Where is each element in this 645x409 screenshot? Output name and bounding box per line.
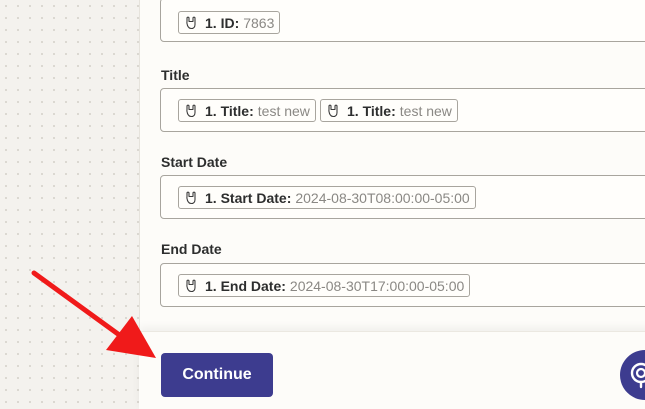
- rock-hand-icon: [186, 16, 196, 29]
- continue-button[interactable]: Continue: [161, 353, 273, 397]
- title-pill[interactable]: 1. Title: test new: [178, 99, 316, 122]
- pill-key: 1. Title:: [205, 102, 254, 119]
- pill-value: 7863: [243, 14, 275, 31]
- end-date-label: End Date: [161, 241, 222, 257]
- rock-hand-icon: [328, 104, 338, 117]
- end-date-field[interactable]: 1. End Date: 2024-08-30T17:00:00-05:00: [160, 263, 645, 307]
- rock-hand-icon: [186, 279, 196, 292]
- pill-value: test new: [399, 102, 452, 119]
- rock-hand-icon: [186, 104, 196, 117]
- pill-key: 1. Title:: [347, 102, 396, 119]
- help-support-icon: [630, 362, 645, 389]
- start-date-label: Start Date: [161, 154, 228, 170]
- title-pill[interactable]: 1. Title: test new: [320, 99, 458, 122]
- pill-key: 1. Start Date:: [205, 189, 292, 206]
- pill-value: test new: [257, 102, 310, 119]
- rock-hand-icon: [186, 191, 196, 204]
- title-field[interactable]: 1. Title: test new 1. Title: test new: [160, 88, 645, 132]
- pill-key: 1. ID:: [205, 14, 240, 31]
- pill-value: 2024-08-30T08:00:00-05:00: [295, 189, 470, 206]
- end-date-pill[interactable]: 1. End Date: 2024-08-30T17:00:00-05:00: [178, 274, 471, 297]
- start-date-pill[interactable]: 1. Start Date: 2024-08-30T08:00:00-05:00: [178, 186, 476, 209]
- title-label: Title: [161, 67, 190, 83]
- id-pill[interactable]: 1. ID: 7863: [178, 11, 281, 34]
- start-date-field[interactable]: 1. Start Date: 2024-08-30T08:00:00-05:00: [160, 175, 645, 219]
- id-field[interactable]: 1. ID: 7863: [160, 0, 645, 42]
- pill-value: 2024-08-30T17:00:00-05:00: [289, 277, 465, 294]
- pill-key: 1. End Date:: [205, 277, 286, 294]
